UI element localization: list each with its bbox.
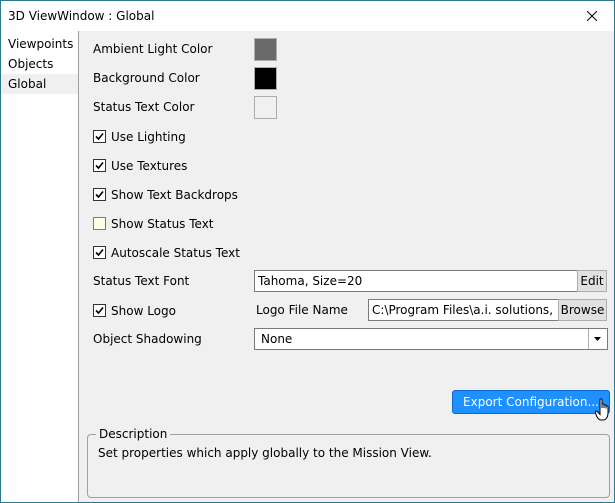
sidebar-item-objects[interactable]: Objects — [1, 54, 78, 74]
check-icon — [95, 248, 104, 257]
object-shadowing-label: Object Shadowing — [93, 332, 202, 346]
logo-file-field[interactable]: C:\Program Files\a.i. solutions, Inc\ — [368, 299, 559, 321]
checkbox-box[interactable] — [93, 304, 106, 317]
browse-logo-button[interactable]: Browse — [558, 299, 607, 321]
sidebar-item-label: Objects — [8, 57, 54, 71]
use-lighting-label: Use Lighting — [111, 130, 186, 144]
logo-file-label: Logo File Name — [256, 303, 348, 317]
chevron-down-icon — [594, 337, 601, 341]
show-text-backdrops-label: Show Text Backdrops — [111, 188, 238, 202]
checkbox-box[interactable] — [93, 246, 106, 259]
title-bar[interactable]: 3D ViewWindow : Global — [1, 1, 614, 31]
close-button[interactable] — [569, 1, 614, 31]
checkbox-box[interactable] — [93, 217, 106, 230]
ambient-light-swatch[interactable] — [254, 38, 277, 61]
check-icon — [95, 161, 104, 170]
use-textures-label: Use Textures — [111, 159, 188, 173]
check-icon — [95, 190, 104, 199]
edit-font-button[interactable]: Edit — [577, 270, 607, 292]
description-text: Set properties which apply globally to t… — [98, 446, 432, 460]
object-shadowing-select[interactable]: None — [254, 328, 608, 350]
background-color-swatch[interactable] — [254, 67, 277, 90]
object-shadowing-value: None — [261, 332, 293, 346]
hand-pointer-icon — [595, 398, 609, 421]
status-text-font-label: Status Text Font — [93, 274, 190, 288]
window-title: 3D ViewWindow : Global — [8, 9, 155, 23]
show-status-text-label: Show Status Text — [111, 217, 214, 231]
status-text-color-label: Status Text Color — [93, 100, 195, 114]
check-icon — [95, 132, 104, 141]
dropdown-button[interactable] — [588, 329, 607, 349]
show-logo-label: Show Logo — [111, 304, 176, 318]
checkbox-box[interactable] — [93, 159, 106, 172]
sidebar-item-label: Viewpoints — [8, 37, 74, 51]
sidebar-item-global[interactable]: Global — [1, 74, 78, 94]
ambient-light-label: Ambient Light Color — [93, 42, 213, 56]
autoscale-status-text-label: Autoscale Status Text — [111, 246, 240, 260]
status-text-font-field[interactable]: Tahoma, Size=20 — [254, 270, 578, 292]
sidebar-item-label: Global — [8, 77, 47, 91]
checkbox-box[interactable] — [93, 130, 106, 143]
checkbox-box[interactable] — [93, 188, 106, 201]
logo-file-value: C:\Program Files\a.i. solutions, Inc\ — [372, 303, 559, 317]
dialog-window: 3D ViewWindow : Global Viewpoints Object… — [0, 0, 615, 503]
background-color-label: Background Color — [93, 71, 200, 85]
status-text-font-value: Tahoma, Size=20 — [258, 274, 363, 288]
description-legend: Description — [96, 427, 171, 441]
sidebar: Viewpoints Objects Global — [1, 31, 79, 502]
close-icon — [586, 11, 597, 21]
check-icon — [95, 306, 104, 315]
sidebar-item-viewpoints[interactable]: Viewpoints — [1, 34, 78, 54]
description-groupbox: Description Set properties which apply g… — [87, 427, 610, 498]
status-text-color-swatch[interactable] — [254, 96, 277, 119]
export-configuration-button[interactable]: Export Configuration... — [452, 390, 610, 414]
